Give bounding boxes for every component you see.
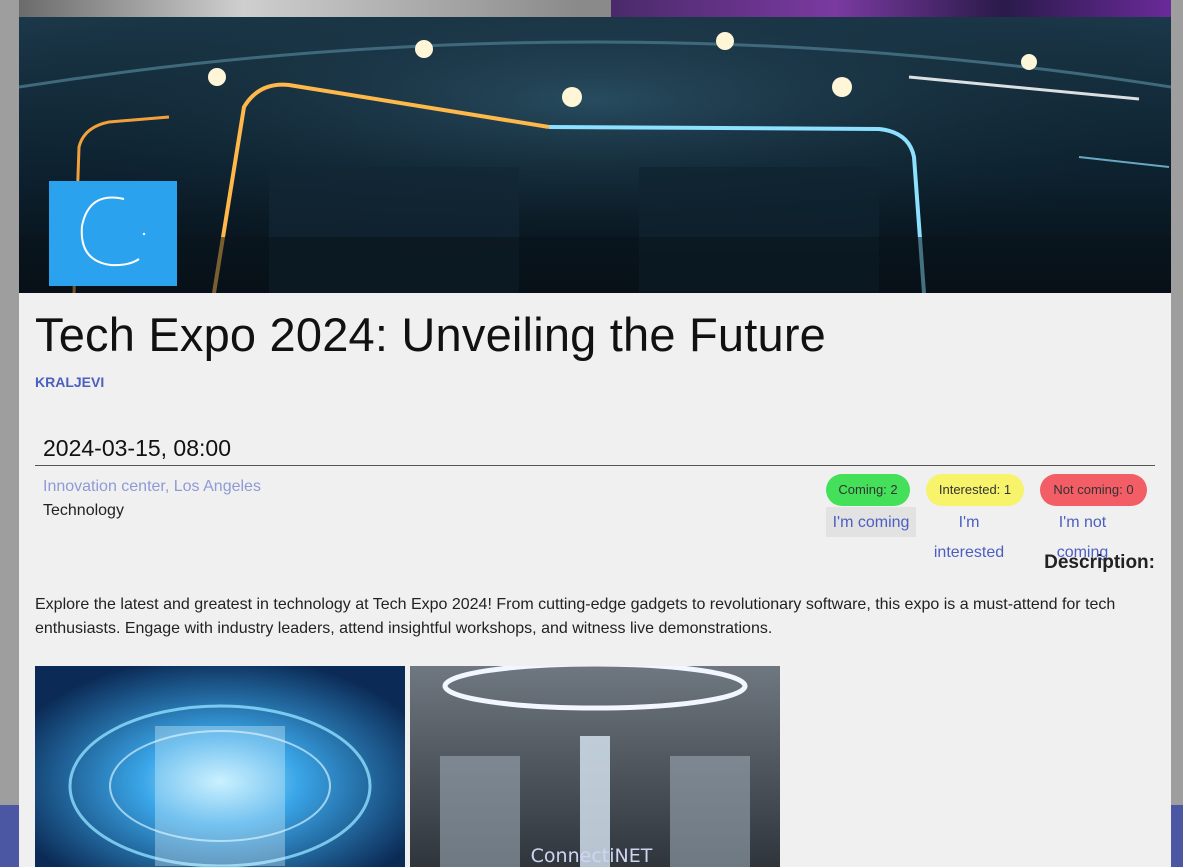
event-location-link[interactable]: Innovation center, Los Angeles — [43, 478, 261, 496]
not-coming-count-badge: Not coming: 0 — [1040, 474, 1147, 506]
divider — [35, 465, 1155, 466]
event-cover-image — [19, 17, 1171, 293]
organizer-link[interactable]: KRALJEVI — [35, 374, 104, 390]
event-category: Technology — [43, 502, 124, 519]
background-card-right — [611, 0, 1171, 17]
event-description: Explore the latest and greatest in techn… — [35, 596, 1116, 637]
im-not-coming-button[interactable]: I'm not coming — [1025, 507, 1140, 561]
im-interested-button[interactable]: I'm interested — [917, 507, 1021, 561]
footer-brand[interactable]: ConnectiNET — [0, 845, 1183, 867]
interested-count-badge: Interested: 1 — [926, 474, 1024, 506]
im-coming-button[interactable]: I'm coming — [826, 507, 916, 537]
gallery-image-2[interactable] — [410, 666, 780, 867]
event-logo — [49, 181, 177, 286]
c-letter-logo-icon — [80, 196, 146, 267]
coming-count-badge: Coming: 2 — [826, 474, 910, 506]
event-title: Tech Expo 2024: Unveiling the Future — [35, 308, 827, 361]
gallery-image-1[interactable] — [35, 666, 405, 867]
background-card-left — [19, 0, 579, 17]
description-heading: Description: — [1044, 552, 1155, 573]
event-detail-card: Tech Expo 2024: Unveiling the Future KRA… — [19, 17, 1171, 867]
background-scroll-gap — [579, 0, 611, 17]
event-datetime: 2024-03-15, 08:00 — [43, 435, 231, 461]
